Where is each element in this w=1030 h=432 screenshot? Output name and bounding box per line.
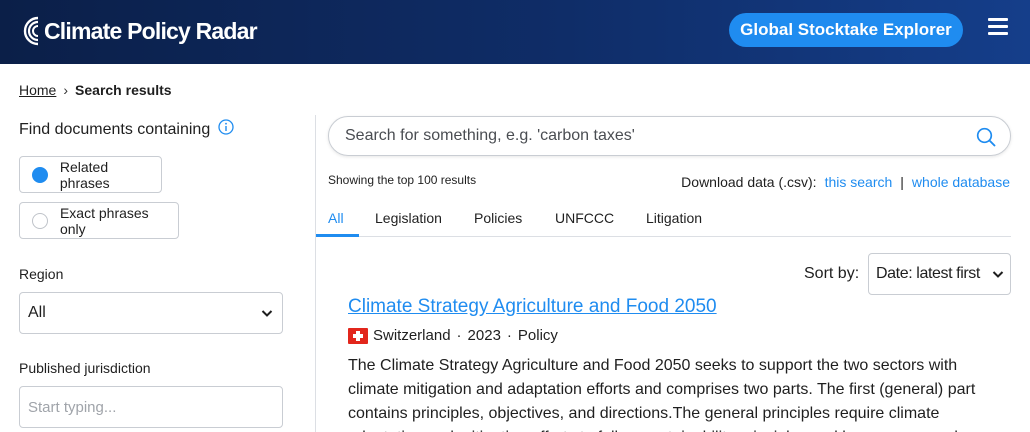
region-select-value: All — [28, 304, 46, 321]
hamburger-menu-icon[interactable] — [988, 18, 1010, 36]
site-logo[interactable]: Climate Policy Radar — [18, 14, 258, 48]
find-documents-label: Find documents containing — [19, 120, 211, 138]
sort-select[interactable]: Date: latest first — [868, 253, 1011, 295]
breadcrumb-home-link[interactable]: Home — [19, 82, 56, 98]
sort-label: Sort by: — [804, 265, 860, 282]
download-separator: | — [900, 174, 904, 190]
results-count-text: Showing the top 100 results — [328, 173, 477, 187]
meta-separator: · — [456, 327, 462, 344]
region-label: Region — [19, 266, 64, 282]
jurisdiction-label: Published jurisdiction — [19, 360, 151, 376]
sidebar-divider — [315, 115, 316, 432]
exact-phrases-option[interactable]: Exact phrases only — [19, 202, 179, 239]
jurisdiction-input[interactable] — [19, 386, 283, 428]
category-tabs: All Legislation Policies UNFCCC Litigati… — [316, 201, 1011, 237]
tab-policies[interactable]: Policies — [474, 210, 522, 226]
chevron-down-icon — [992, 271, 1004, 278]
result-year: 2023 — [467, 327, 501, 344]
related-phrases-label: Related phrases — [59, 158, 110, 191]
breadcrumb-current: Search results — [75, 82, 172, 98]
download-label: Download data (.csv): — [681, 174, 817, 190]
breadcrumb-separator: › — [63, 82, 69, 98]
search-icon[interactable] — [976, 127, 996, 147]
result-type: Policy — [517, 327, 558, 344]
search-bar — [328, 116, 1011, 156]
region-select[interactable]: All — [19, 292, 283, 334]
radar-logo-icon — [23, 16, 39, 46]
result-title-link[interactable]: Climate Strategy Agriculture and Food 20… — [348, 296, 717, 318]
tab-unfccc[interactable]: UNFCCC — [555, 210, 614, 226]
breadcrumb: Home › Search results — [19, 82, 172, 98]
radio-selected-icon — [32, 166, 48, 183]
chevron-down-icon — [261, 310, 273, 317]
switzerland-flag-icon — [348, 327, 368, 344]
download-whole-database-link[interactable]: whole database — [912, 174, 1010, 190]
related-phrases-option[interactable]: Related phrases — [19, 156, 162, 193]
tab-all[interactable]: All — [328, 210, 344, 226]
meta-separator: · — [506, 327, 512, 344]
sort-select-value: Date: latest first — [876, 265, 980, 282]
result-summary: The Climate Strategy Agriculture and Foo… — [348, 357, 976, 432]
global-stocktake-explorer-button[interactable]: Global Stocktake Explorer — [729, 13, 963, 47]
download-data: Download data (.csv): this search | whol… — [681, 174, 1010, 190]
find-documents-heading: Find documents containing — [19, 119, 234, 140]
search-input[interactable] — [345, 117, 955, 155]
result-country: Switzerland — [373, 327, 451, 344]
logo-text: Climate Policy Radar — [44, 17, 258, 44]
radio-unselected-icon — [32, 212, 48, 229]
active-tab-indicator — [316, 234, 359, 237]
tab-litigation[interactable]: Litigation — [646, 210, 702, 226]
info-icon[interactable] — [218, 119, 234, 140]
exact-phrases-label: Exact phrases only — [59, 204, 149, 237]
download-this-search-link[interactable]: this search — [825, 174, 893, 190]
top-header: Climate Policy Radar Global Stocktake Ex… — [0, 0, 1030, 64]
result-meta: Switzerland · 2023 · Policy — [348, 327, 558, 344]
tab-legislation[interactable]: Legislation — [375, 210, 442, 226]
